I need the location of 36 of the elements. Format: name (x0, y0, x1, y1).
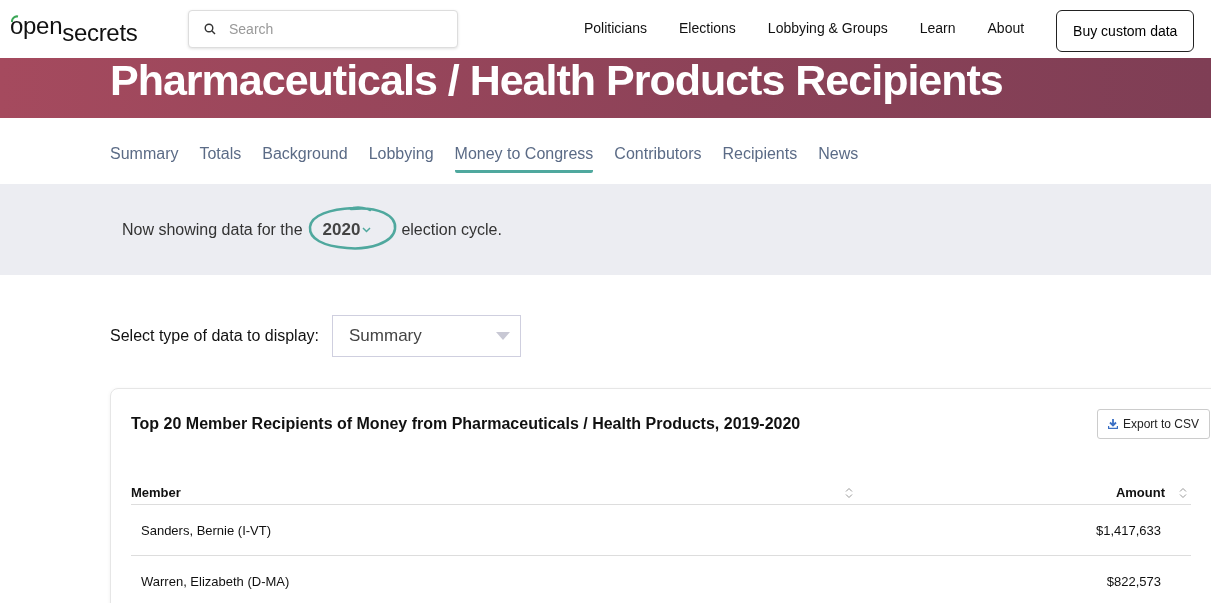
sort-icon[interactable] (845, 486, 853, 499)
tab[interactable]: Lobbying (368, 137, 434, 173)
tab[interactable]: Summary (110, 137, 179, 173)
column-header[interactable]: Amount (1115, 485, 1165, 500)
year-dropdown[interactable]: 2020 (322, 219, 372, 240)
chevron-down-icon (362, 226, 372, 233)
table-cell-text: Warren, Elizabeth (D-MA) (140, 573, 291, 589)
tab[interactable]: Recipients (722, 137, 798, 173)
table-cell-text: $822,573 (1105, 573, 1162, 589)
cycle-text: election cycle. (401, 220, 502, 239)
search-field[interactable]: Search (188, 10, 458, 48)
nav-link[interactable]: Lobbying & Groups (751, 20, 904, 36)
search-icon (204, 23, 216, 35)
table-title: Top 20 Member Recipients of Money from Pharmaceuticals / Health Products, 2019-2020 (131, 415, 801, 433)
sort-icon[interactable] (1179, 486, 1187, 499)
page-title: Pharmaceuticals / Health Products Recipients (109, 58, 1003, 102)
tab[interactable]: Money to Congress (454, 137, 594, 173)
triangle-down-icon (496, 332, 510, 340)
logo[interactable]: opensecrets (10, 15, 180, 43)
column-header[interactable]: Member (131, 485, 181, 500)
nav-link[interactable]: Politicians (568, 20, 664, 36)
nav-link[interactable]: Learn (903, 20, 972, 36)
tab[interactable]: Background (262, 137, 348, 173)
data-type-label: Select type of data to display: (110, 327, 319, 345)
table-cell-text: Sanders, Bernie (I-VT) (140, 522, 273, 538)
buy-data-button[interactable]: Buy custom data (1056, 9, 1195, 52)
export-button[interactable]: Export to CSV (1096, 409, 1210, 439)
nav-link[interactable]: Elections (663, 20, 752, 36)
tab[interactable]: News (818, 137, 859, 173)
table-cell-text: $1,417,633 (1094, 522, 1162, 538)
tab[interactable]: Totals (199, 137, 242, 173)
download-icon (1107, 419, 1118, 429)
cycle-text: Now showing data for the (122, 220, 303, 239)
nav-link[interactable]: About (971, 20, 1041, 36)
tab[interactable]: Contributors (614, 137, 702, 173)
data-type-dropdown[interactable]: Summary (332, 315, 521, 357)
